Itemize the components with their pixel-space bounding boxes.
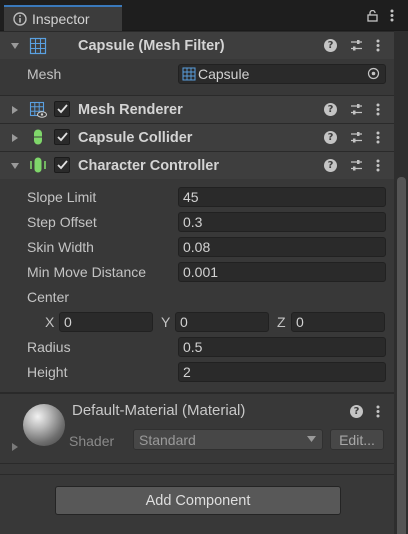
tab-inspector[interactable]: Inspector [4,5,122,31]
kebab-menu-icon[interactable] [376,405,380,418]
height-row: Height 2 [0,359,394,384]
preset-icon[interactable] [350,103,363,116]
component-header-mesh-renderer[interactable]: Mesh Renderer ? [0,95,394,123]
slope-limit-label: Slope Limit [27,188,97,205]
center-vector-row: X 0 Y 0 Z 0 [0,309,394,334]
checkmark-icon [56,104,68,114]
divider [0,474,394,475]
center-x-label[interactable]: X [45,314,54,330]
shader-value: Standard [139,431,196,448]
mesh-filter-icon [29,37,47,55]
info-icon [13,12,27,26]
inspector-tabbar: Inspector [0,0,408,31]
slope-limit-row: Slope Limit 45 [0,184,394,209]
mesh-renderer-enabled-checkbox[interactable] [54,101,70,117]
chevron-right-icon[interactable] [10,133,20,143]
checkmark-icon [56,160,68,170]
mesh-renderer-icon [29,101,47,118]
checkmark-icon [56,132,68,142]
help-icon[interactable]: ? [324,39,337,52]
help-icon[interactable]: ? [324,159,337,172]
mesh-value: Capsule [198,65,250,82]
center-row: Center [0,284,394,309]
chevron-right-icon[interactable] [10,105,20,115]
min-move-distance-label: Min Move Distance [27,263,147,280]
mesh-asset-icon [182,67,196,80]
preset-icon[interactable] [350,159,363,172]
kebab-menu-icon[interactable] [376,103,380,116]
material-title: Default-Material (Material) [72,402,246,419]
shader-label: Shader [69,433,115,449]
mesh-row: Mesh Capsule [0,61,394,86]
help-icon[interactable]: ? [324,131,337,144]
kebab-menu-icon[interactable] [376,131,380,144]
min-move-distance-field[interactable]: 0.001 [178,261,386,282]
component-title: Character Controller [78,157,220,174]
height-field[interactable]: 2 [178,361,386,382]
center-y-field[interactable]: 0 [175,311,269,332]
help-icon[interactable]: ? [324,103,337,116]
scrollbar-thumb[interactable] [397,177,406,534]
radius-field[interactable]: 0.5 [178,336,386,357]
step-offset-label: Step Offset [27,213,97,230]
mesh-label: Mesh [27,65,62,82]
component-title: Capsule (Mesh Filter) [78,37,225,54]
help-icon[interactable]: ? [350,405,363,418]
step-offset-row: Step Offset 0.3 [0,209,394,234]
kebab-menu-icon[interactable] [376,39,380,52]
center-y-label[interactable]: Y [161,314,170,330]
object-picker-icon[interactable] [367,67,380,80]
tab-inspector-label: Inspector [32,11,90,27]
inspector-scrollbar[interactable] [394,31,408,534]
divider [0,463,394,464]
edit-shader-button[interactable]: Edit... [330,429,384,450]
component-title: Mesh Renderer [78,101,183,118]
chevron-down-icon[interactable] [10,161,20,171]
min-move-distance-row: Min Move Distance 0.001 [0,259,394,284]
skin-width-row: Skin Width 0.08 [0,234,394,259]
character-controller-enabled-checkbox[interactable] [54,157,70,173]
capsule-collider-enabled-checkbox[interactable] [54,129,70,145]
component-header-capsule-collider[interactable]: Capsule Collider ? [0,123,394,151]
component-header-mesh-filter[interactable]: Capsule (Mesh Filter) ? [0,31,394,59]
material-preview-sphere [23,404,65,446]
skin-width-label: Skin Width [27,238,94,255]
kebab-menu-icon[interactable] [390,9,394,22]
radius-label: Radius [27,338,71,355]
component-header-character-controller[interactable]: Character Controller ? [0,151,394,179]
lock-icon[interactable] [367,9,378,22]
step-offset-field[interactable]: 0.3 [178,211,386,232]
height-label: Height [27,363,68,380]
skin-width-field[interactable]: 0.08 [178,236,386,257]
capsule-collider-icon [34,129,42,145]
chevron-down-icon [307,436,316,442]
radius-row: Radius 0.5 [0,334,394,359]
material-section: Default-Material (Material) ? Shader Sta… [0,393,394,463]
chevron-right-icon[interactable] [10,442,20,452]
shader-dropdown[interactable]: Standard [133,429,323,450]
kebab-menu-icon[interactable] [376,159,380,172]
slope-limit-field[interactable]: 45 [178,186,386,207]
preset-icon[interactable] [350,39,363,52]
center-label: Center [27,288,70,305]
center-x-field[interactable]: 0 [59,311,153,332]
mesh-object-field[interactable]: Capsule [178,63,386,84]
chevron-down-icon[interactable] [10,41,20,51]
center-z-field[interactable]: 0 [291,311,385,332]
character-controller-icon [30,157,46,173]
preset-icon[interactable] [350,131,363,144]
add-component-button[interactable]: Add Component [55,486,341,515]
component-title: Capsule Collider [78,129,193,146]
center-z-label[interactable]: Z [277,314,286,330]
